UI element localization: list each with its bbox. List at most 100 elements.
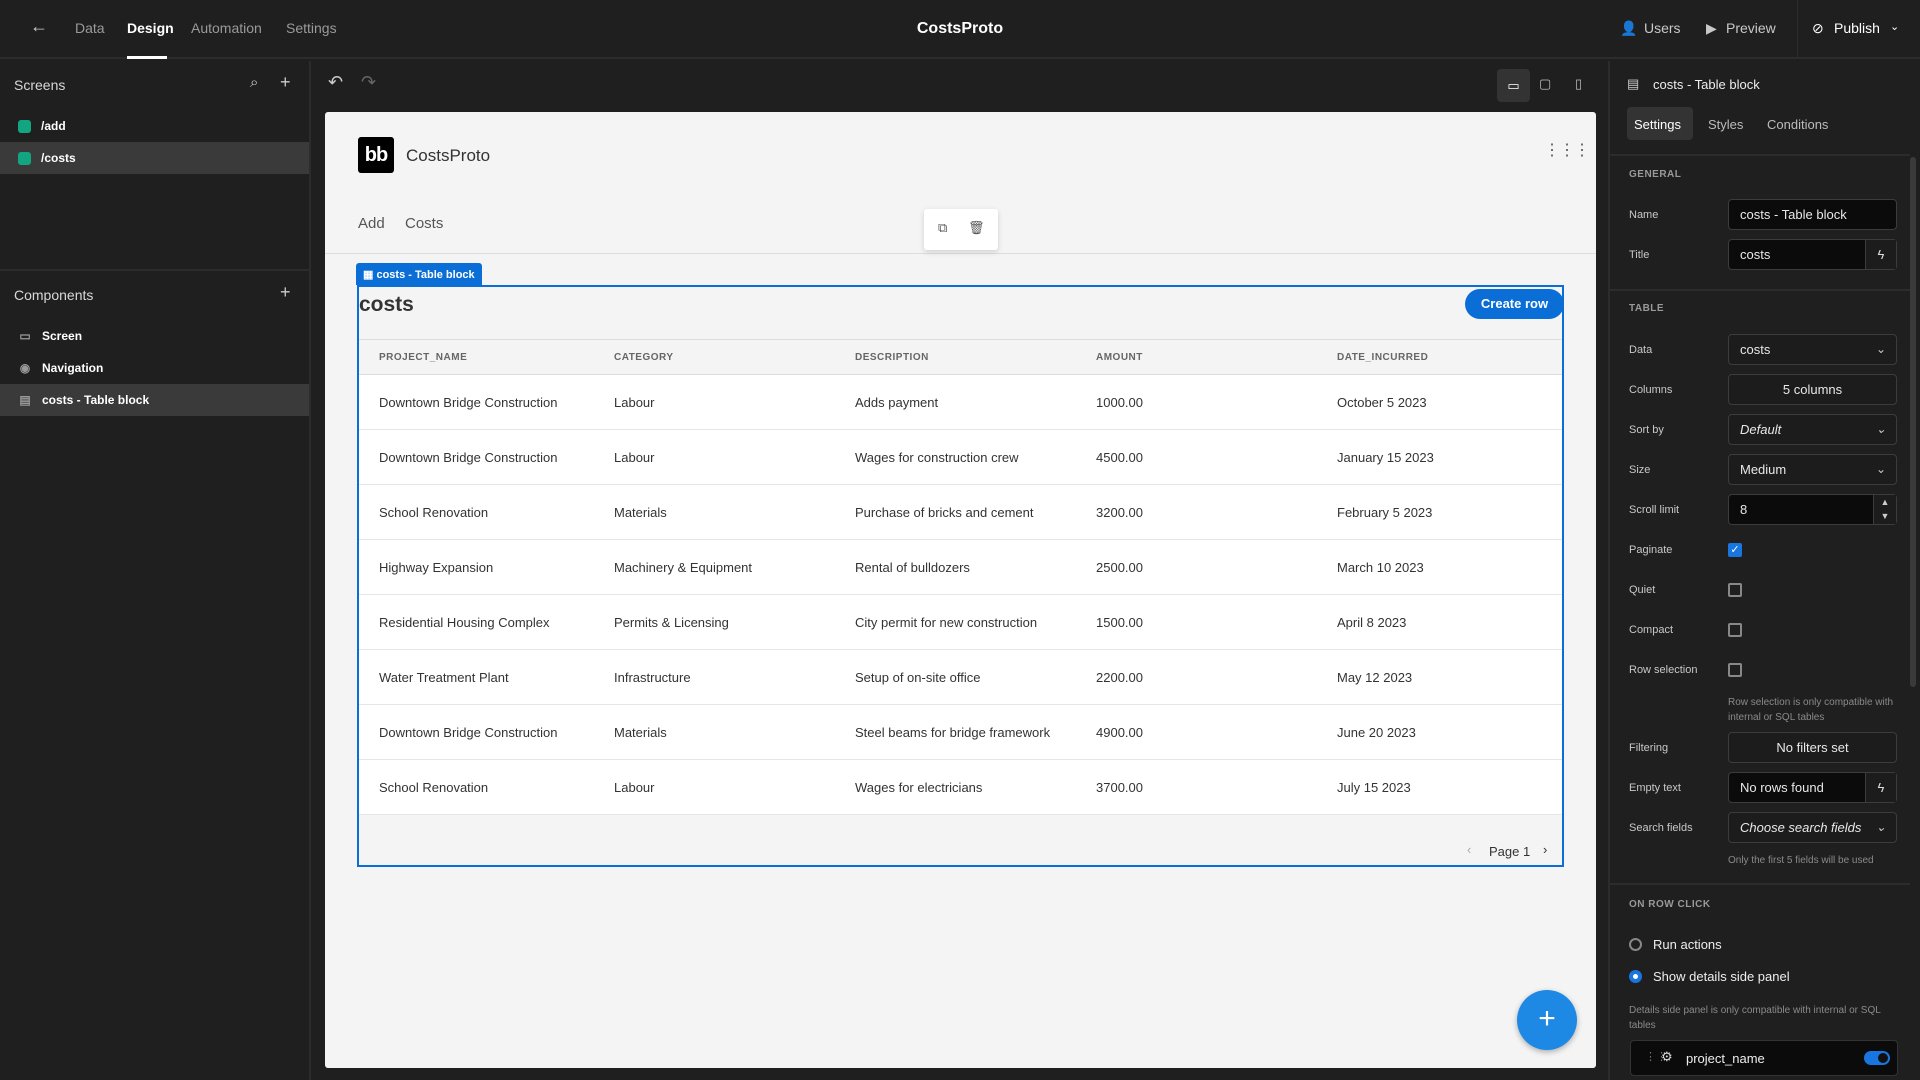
table-cell: 2200.00: [1096, 670, 1143, 685]
details-hint: Details side panel is only compatible wi…: [1629, 1005, 1881, 1031]
table-cell: Downtown Bridge Construction: [379, 725, 558, 740]
chevron-down-icon: ⌄: [1875, 342, 1886, 356]
table-row[interactable]: Residential Housing Complex Permits & Lic…: [359, 595, 1562, 650]
scrollbar[interactable]: [1910, 157, 1916, 687]
compact-label: Compact: [1629, 624, 1674, 636]
stepper-arrows-icon[interactable]: ▲ ▼: [1873, 495, 1896, 524]
desktop-view-icon[interactable]: ▭: [1497, 69, 1530, 102]
binding-bolt-icon[interactable]: ϟ: [1865, 773, 1896, 802]
trash-icon[interactable]: 🗑: [968, 220, 985, 236]
filtering-button[interactable]: No filters set: [1728, 732, 1897, 763]
column-header[interactable]: DATE_INCURRED: [1337, 352, 1428, 363]
component-label: Navigation: [42, 361, 104, 375]
show-details-label[interactable]: Show details side panel: [1653, 969, 1790, 984]
table-cell: Highway Expansion: [379, 560, 494, 575]
screen-item-costs[interactable]: /costs: [0, 142, 309, 174]
redo-icon[interactable]: ↷: [361, 72, 376, 93]
left-sidebar: Screens ⌕ + /add /costs Components + ▭ Sc…: [0, 61, 311, 1080]
run-actions-radio[interactable]: [1629, 938, 1642, 951]
table-row[interactable]: Water Treatment Plant Infrastructure Setup…: [359, 650, 1562, 705]
columns-label: Columns: [1629, 384, 1673, 396]
app-menu-grid-icon[interactable]: ⋮⋮⋮: [1544, 140, 1590, 160]
table-cell: Purchase of bricks and cement: [855, 505, 1034, 520]
scroll-limit-label: Scroll limit: [1629, 504, 1680, 516]
add-screen-icon[interactable]: +: [280, 72, 291, 93]
users-icon: 👤: [1620, 20, 1638, 36]
binding-bolt-icon[interactable]: ϟ: [1865, 240, 1896, 269]
tab-settings[interactable]: Settings: [1634, 117, 1681, 132]
table-cell: 2500.00: [1096, 560, 1143, 575]
add-fab-button[interactable]: +: [1517, 990, 1577, 1050]
column-header[interactable]: PROJECT_NAME: [379, 352, 467, 363]
app-logo: bb: [358, 137, 394, 173]
component-item-screen[interactable]: ▭ Screen: [0, 320, 309, 352]
title-input[interactable]: costs ϟ: [1728, 239, 1897, 270]
name-input[interactable]: costs - Table block: [1728, 199, 1897, 230]
component-item-navigation[interactable]: ◉ Navigation: [0, 352, 309, 384]
field-row[interactable]: ⋮⋮ ⚙ project_name: [1630, 1040, 1898, 1076]
section-on-row-click: ON ROW CLICK: [1629, 899, 1711, 910]
sort-select[interactable]: Default ⌄: [1728, 414, 1897, 445]
page-indicator: Page 1: [1489, 844, 1531, 859]
chevron-down-icon[interactable]: ⌄: [1890, 20, 1899, 33]
row-selection-checkbox[interactable]: [1728, 663, 1742, 677]
app-nav-add[interactable]: Add: [358, 215, 385, 232]
column-header[interactable]: CATEGORY: [614, 352, 674, 363]
scroll-limit-stepper[interactable]: 8 ▲ ▼: [1728, 494, 1897, 525]
mobile-view-icon[interactable]: ▯: [1575, 76, 1582, 92]
show-details-radio[interactable]: [1629, 970, 1642, 983]
table-row[interactable]: School Renovation Labour Wages for electri…: [359, 760, 1562, 815]
columns-button[interactable]: 5 columns: [1728, 374, 1897, 405]
table-icon: ▤: [1627, 76, 1640, 91]
column-header[interactable]: AMOUNT: [1096, 352, 1143, 363]
data-value: costs: [1740, 342, 1771, 357]
field-name: project_name: [1686, 1051, 1765, 1066]
component-item-table-block[interactable]: ▤ costs - Table block: [0, 384, 309, 416]
table-cell: 1000.00: [1096, 395, 1143, 410]
empty-text-input[interactable]: No rows found ϟ: [1728, 772, 1897, 803]
run-actions-label[interactable]: Run actions: [1653, 937, 1722, 952]
screen-label: /costs: [41, 151, 76, 165]
paginate-checkbox[interactable]: ✓: [1728, 543, 1742, 557]
screen-icon: ▭: [19, 329, 31, 343]
screen-item-add[interactable]: /add: [0, 110, 309, 142]
field-toggle[interactable]: [1864, 1051, 1890, 1065]
search-icon[interactable]: ⌕: [250, 74, 258, 91]
table-cell: Labour: [614, 450, 655, 465]
quiet-label: Quiet: [1629, 584, 1656, 596]
tab-conditions[interactable]: Conditions: [1767, 117, 1828, 132]
search-fields-select[interactable]: Choose search fields ⌄: [1728, 812, 1897, 843]
duplicate-icon[interactable]: ⧉: [938, 220, 947, 236]
divider: [0, 269, 309, 271]
preview-button[interactable]: Preview: [1726, 20, 1776, 36]
section-table: TABLE: [1629, 303, 1665, 314]
search-fields-placeholder: Choose search fields: [1740, 820, 1862, 835]
table-row[interactable]: Downtown Bridge Construction Labour Adds p…: [359, 375, 1562, 430]
prev-page-icon[interactable]: ‹: [1467, 842, 1471, 857]
table-row[interactable]: Highway Expansion Machinery & Equipment Re…: [359, 540, 1562, 595]
compact-checkbox[interactable]: [1728, 623, 1742, 637]
column-header[interactable]: DESCRIPTION: [855, 352, 929, 363]
create-row-button[interactable]: Create row: [1465, 289, 1564, 319]
table-cell: June 20 2023: [1337, 725, 1416, 740]
table-block-tag[interactable]: ▦ costs - Table block: [356, 263, 482, 285]
table-block[interactable]: costs Create row PROJECT_NAME CATEGORY D…: [357, 285, 1564, 867]
table-row[interactable]: Downtown Bridge Construction Materials Ste…: [359, 705, 1562, 760]
sort-label: Sort by: [1629, 424, 1664, 436]
gear-icon[interactable]: ⚙: [1661, 1049, 1673, 1065]
users-button[interactable]: Users: [1644, 20, 1681, 36]
data-select[interactable]: costs ⌄: [1728, 334, 1897, 365]
publish-button[interactable]: Publish: [1834, 20, 1880, 36]
table-row[interactable]: Downtown Bridge Construction Labour Wages …: [359, 430, 1562, 485]
tablet-view-icon[interactable]: ▢: [1539, 76, 1551, 92]
component-label: costs - Table block: [42, 393, 150, 407]
quiet-checkbox[interactable]: [1728, 583, 1742, 597]
table-row[interactable]: School Renovation Materials Purchase of br…: [359, 485, 1562, 540]
add-component-icon[interactable]: +: [280, 282, 291, 303]
size-select[interactable]: Medium ⌄: [1728, 454, 1897, 485]
undo-icon[interactable]: ↶: [328, 72, 343, 93]
app-nav-costs[interactable]: Costs: [405, 215, 443, 232]
tab-styles[interactable]: Styles: [1708, 117, 1743, 132]
table-cell: May 12 2023: [1337, 670, 1413, 685]
next-page-icon[interactable]: ›: [1543, 842, 1547, 857]
